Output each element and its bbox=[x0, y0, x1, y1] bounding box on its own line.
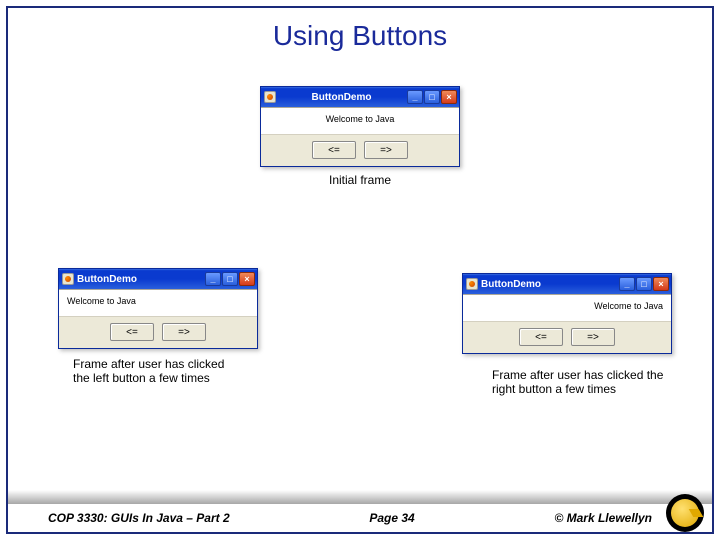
window-title: ButtonDemo bbox=[77, 274, 202, 285]
titlebar: ButtonDemo _ □ × bbox=[463, 274, 671, 294]
footer-gradient bbox=[8, 490, 712, 504]
window-left: ButtonDemo _ □ × Welcome to Java <= => bbox=[58, 268, 258, 349]
java-app-icon bbox=[466, 278, 478, 290]
left-arrow-button[interactable]: <= bbox=[312, 141, 356, 159]
maximize-button[interactable]: □ bbox=[636, 277, 652, 291]
caption-left: Frame after user has clicked the left bu… bbox=[73, 357, 243, 385]
demo-top: ButtonDemo _ □ × Welcome to Java <= => I… bbox=[260, 86, 460, 187]
window-title: ButtonDemo bbox=[481, 279, 616, 290]
demo-left: ButtonDemo _ □ × Welcome to Java <= => F… bbox=[58, 268, 258, 385]
maximize-button[interactable]: □ bbox=[424, 90, 440, 104]
window-top: ButtonDemo _ □ × Welcome to Java <= => bbox=[260, 86, 460, 167]
ucf-logo-icon bbox=[666, 494, 704, 532]
minimize-button[interactable]: _ bbox=[205, 272, 221, 286]
button-row: <= => bbox=[59, 316, 257, 348]
titlebar: ButtonDemo _ □ × bbox=[59, 269, 257, 289]
java-app-icon bbox=[264, 91, 276, 103]
close-button[interactable]: × bbox=[653, 277, 669, 291]
message-label: Welcome to Java bbox=[261, 114, 459, 124]
message-label: Welcome to Java bbox=[463, 301, 671, 311]
slide-frame: Using Buttons ButtonDemo _ □ × Welcome t… bbox=[6, 6, 714, 534]
footer-course: COP 3330: GUIs In Java – Part 2 bbox=[8, 511, 230, 525]
java-app-icon bbox=[62, 273, 74, 285]
message-label: Welcome to Java bbox=[59, 296, 257, 306]
footer-page: Page 34 bbox=[230, 511, 555, 525]
button-row: <= => bbox=[261, 134, 459, 166]
demo-right: ButtonDemo _ □ × Welcome to Java <= => F… bbox=[462, 273, 672, 396]
maximize-button[interactable]: □ bbox=[222, 272, 238, 286]
minimize-button[interactable]: _ bbox=[407, 90, 423, 104]
window-content: Welcome to Java bbox=[463, 294, 671, 321]
left-arrow-button[interactable]: <= bbox=[110, 323, 154, 341]
window-content: Welcome to Java bbox=[261, 107, 459, 134]
close-button[interactable]: × bbox=[441, 90, 457, 104]
window-controls: _ □ × bbox=[619, 277, 669, 291]
slide-title: Using Buttons bbox=[8, 20, 712, 52]
caption-top: Initial frame bbox=[260, 173, 460, 187]
close-button[interactable]: × bbox=[239, 272, 255, 286]
left-arrow-button[interactable]: <= bbox=[519, 328, 563, 346]
window-controls: _ □ × bbox=[205, 272, 255, 286]
right-arrow-button[interactable]: => bbox=[571, 328, 615, 346]
window-title: ButtonDemo bbox=[279, 92, 404, 103]
footer-bar: COP 3330: GUIs In Java – Part 2 Page 34 … bbox=[8, 504, 712, 532]
slide-footer: COP 3330: GUIs In Java – Part 2 Page 34 … bbox=[8, 496, 712, 532]
window-controls: _ □ × bbox=[407, 90, 457, 104]
caption-right: Frame after user has clicked the right b… bbox=[492, 368, 672, 396]
window-content: Welcome to Java bbox=[59, 289, 257, 316]
button-row: <= => bbox=[463, 321, 671, 353]
titlebar: ButtonDemo _ □ × bbox=[261, 87, 459, 107]
right-arrow-button[interactable]: => bbox=[162, 323, 206, 341]
minimize-button[interactable]: _ bbox=[619, 277, 635, 291]
window-right: ButtonDemo _ □ × Welcome to Java <= => bbox=[462, 273, 672, 354]
right-arrow-button[interactable]: => bbox=[364, 141, 408, 159]
